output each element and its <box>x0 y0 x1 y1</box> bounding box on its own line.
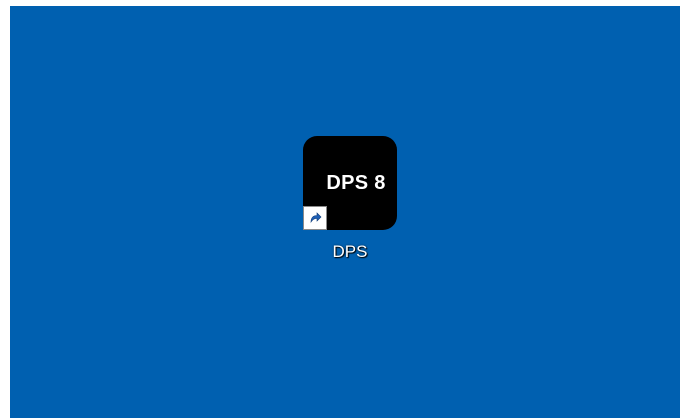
screenshot-frame: DPS 8 DPS <box>0 0 680 418</box>
shortcut-label[interactable]: DPS <box>333 242 368 262</box>
dps-app-icon[interactable]: DPS 8 <box>303 136 397 230</box>
shortcut-arrow-icon <box>303 206 327 230</box>
desktop[interactable]: DPS 8 DPS <box>10 6 680 418</box>
app-icon-text: DPS 8 <box>326 171 386 194</box>
dps-shortcut[interactable]: DPS 8 DPS <box>300 136 400 262</box>
